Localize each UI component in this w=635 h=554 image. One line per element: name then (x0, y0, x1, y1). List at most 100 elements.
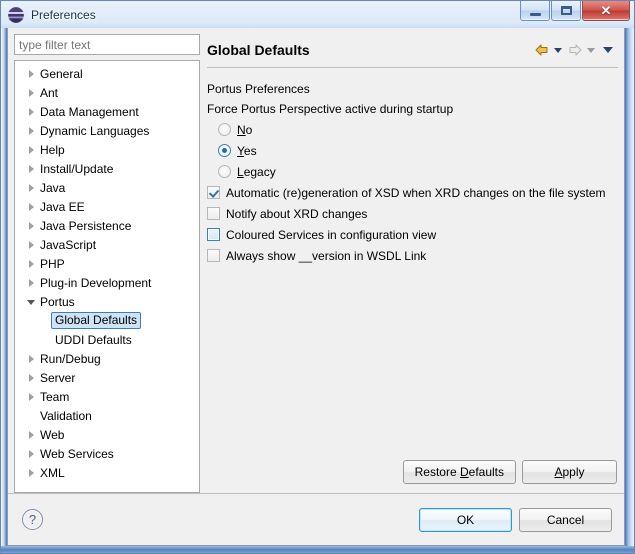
dialog-client-area: General Ant Data Management Dynamic Languag… (7, 28, 625, 546)
tree-collapsed-arrow-icon[interactable] (23, 355, 38, 363)
radio-mnemonic: Y (237, 143, 244, 158)
tree-item-server[interactable]: Server (15, 368, 199, 387)
tree-item-java-ee[interactable]: Java EE (15, 197, 199, 216)
tree-item-java[interactable]: Java (15, 178, 199, 197)
tree-item-help[interactable]: Help (15, 140, 199, 159)
tree-item-install-update[interactable]: Install/Update (15, 159, 199, 178)
tree-item-label: Global Defaults (51, 312, 142, 329)
apply-button[interactable]: Apply (522, 460, 617, 484)
tree-item-data-management[interactable]: Data Management (15, 102, 199, 121)
tree-collapsed-arrow-icon[interactable] (23, 70, 38, 78)
tree-item-team[interactable]: Team (15, 387, 199, 406)
tree-collapsed-arrow-icon[interactable] (23, 165, 38, 173)
radio-row-no[interactable]: No (207, 119, 618, 140)
tree-collapsed-arrow-icon[interactable] (23, 260, 38, 268)
tree-collapsed-arrow-icon[interactable] (23, 89, 38, 97)
tree-item-label: Plug-in Development (40, 275, 152, 290)
restore-defaults-button[interactable]: Restore Defaults (402, 460, 516, 484)
tree-item-global-defaults[interactable]: Global Defaults (15, 311, 199, 330)
tree-item-plug-in-development[interactable]: Plug-in Development (15, 273, 199, 292)
tree-expanded-arrow-icon[interactable] (23, 298, 38, 305)
tree-item-portus[interactable]: Portus (15, 292, 199, 311)
maximize-button[interactable] (551, 1, 581, 21)
tree-item-web-services[interactable]: Web Services (15, 444, 199, 463)
tree-item-label: General (40, 66, 83, 81)
tree-collapsed-arrow-icon[interactable] (23, 108, 38, 116)
radio-mnemonic: N (237, 122, 246, 137)
checkbox-automatic-re-generation-checked-icon[interactable] (207, 186, 220, 199)
tree-item-label: Java Persistence (40, 218, 132, 233)
tree-collapsed-arrow-icon[interactable] (23, 469, 38, 477)
startup-label: Force Portus Perspective active during s… (207, 102, 454, 116)
tree-collapsed-arrow-icon[interactable] (23, 127, 38, 135)
tree-item-run-debug[interactable]: Run/Debug (15, 349, 199, 368)
tree-collapsed-arrow-icon[interactable] (23, 374, 38, 382)
tree-collapsed-arrow-icon[interactable] (23, 431, 38, 439)
window-controls: ✕ (520, 1, 630, 21)
radio-legacy-icon[interactable] (218, 165, 231, 178)
more-chevron-down-icon[interactable] (603, 47, 613, 53)
preferences-dialog: Preferences ✕ General Ant Data Management D… (0, 0, 635, 554)
maximize-icon (560, 6, 572, 15)
tree-item-uddi-defaults[interactable]: UDDI Defaults (15, 330, 199, 349)
group-label: Portus Preferences (207, 82, 310, 96)
tree-item-xml[interactable]: XML (15, 463, 199, 482)
tree-item-label: Web Services (40, 446, 114, 461)
tree-item-validation[interactable]: Validation (15, 406, 199, 425)
tree-item-javascript[interactable]: JavaScript (15, 235, 199, 254)
ok-button[interactable]: OK (419, 507, 512, 532)
tree-item-general[interactable]: General (15, 64, 199, 83)
tree-item-label: Server (40, 370, 76, 385)
checkbox-row-always-show-version[interactable]: Always show __version in WSDL Link (207, 245, 618, 266)
filter-input[interactable] (14, 34, 200, 55)
tree-item-php[interactable]: PHP (15, 254, 199, 273)
tree-item-label: XML (40, 465, 65, 480)
tree-collapsed-arrow-icon[interactable] (23, 279, 38, 287)
content-row: General Ant Data Management Dynamic Languag… (8, 28, 624, 493)
tree-item-label: PHP (40, 256, 65, 271)
tree-collapsed-arrow-icon[interactable] (23, 146, 38, 154)
back-history-chevron-down-icon[interactable] (554, 47, 562, 53)
checkbox-always-show-version-icon[interactable] (207, 249, 220, 262)
tree-item-label: Java (40, 180, 66, 195)
checkbox-coloured-services-in-icon[interactable] (207, 228, 220, 241)
window-border-bottom (1, 546, 634, 553)
tree-collapsed-arrow-icon[interactable] (23, 203, 38, 211)
tree-item-dynamic-languages[interactable]: Dynamic Languages (15, 121, 199, 140)
close-button[interactable]: ✕ (582, 1, 630, 21)
forward-history-chevron-down-icon (587, 47, 595, 53)
apply-mnemonic: A (554, 465, 563, 479)
preference-tree[interactable]: General Ant Data Management Dynamic Languag… (14, 60, 200, 493)
title-bar: Preferences ✕ (1, 1, 634, 28)
tree-item-java-persistence[interactable]: Java Persistence (15, 216, 199, 235)
tree-item-label: Web (40, 427, 65, 442)
tree-collapsed-arrow-icon[interactable] (23, 241, 38, 249)
radio-row-yes[interactable]: Yes (207, 140, 618, 161)
radio-label-yes: Yes (237, 144, 257, 158)
tree-collapsed-arrow-icon[interactable] (23, 450, 38, 458)
radio-label-rest: egacy (243, 164, 276, 179)
checkbox-label-notify-about-xrd: Notify about XRD changes (226, 206, 368, 221)
checkbox-row-automatic-re-generation[interactable]: Automatic (re)generation of XSD when XRD… (207, 182, 618, 203)
window-title: Preferences (31, 7, 96, 22)
tree-item-web[interactable]: Web (15, 425, 199, 444)
radio-row-legacy[interactable]: Legacy (207, 161, 618, 182)
arrow-left-icon[interactable] (534, 43, 550, 57)
radio-yes-checked-icon[interactable] (218, 144, 231, 157)
preference-tree-pane: General Ant Data Management Dynamic Languag… (14, 34, 200, 493)
checkbox-row-notify-about-xrd[interactable]: Notify about XRD changes (207, 203, 618, 224)
tree-item-ant[interactable]: Ant (15, 83, 199, 102)
checkbox-notify-about-xrd-icon[interactable] (207, 207, 220, 220)
cancel-button[interactable]: Cancel (519, 507, 612, 532)
radio-no-icon[interactable] (218, 123, 231, 136)
tree-collapsed-arrow-icon[interactable] (23, 222, 38, 230)
tree-collapsed-arrow-icon[interactable] (23, 393, 38, 401)
checkbox-label-automatic-re-generation: Automatic (re)generation of XSD when XRD… (226, 185, 606, 200)
tree-item-label: Java EE (40, 199, 85, 214)
close-icon: ✕ (600, 3, 612, 18)
window-border-right (625, 28, 634, 553)
tree-collapsed-arrow-icon[interactable] (23, 184, 38, 192)
checkbox-row-coloured-services-in[interactable]: Coloured Services in configuration view (207, 224, 618, 245)
minimize-button[interactable] (520, 1, 550, 21)
question-mark-icon[interactable]: ? (22, 509, 43, 530)
